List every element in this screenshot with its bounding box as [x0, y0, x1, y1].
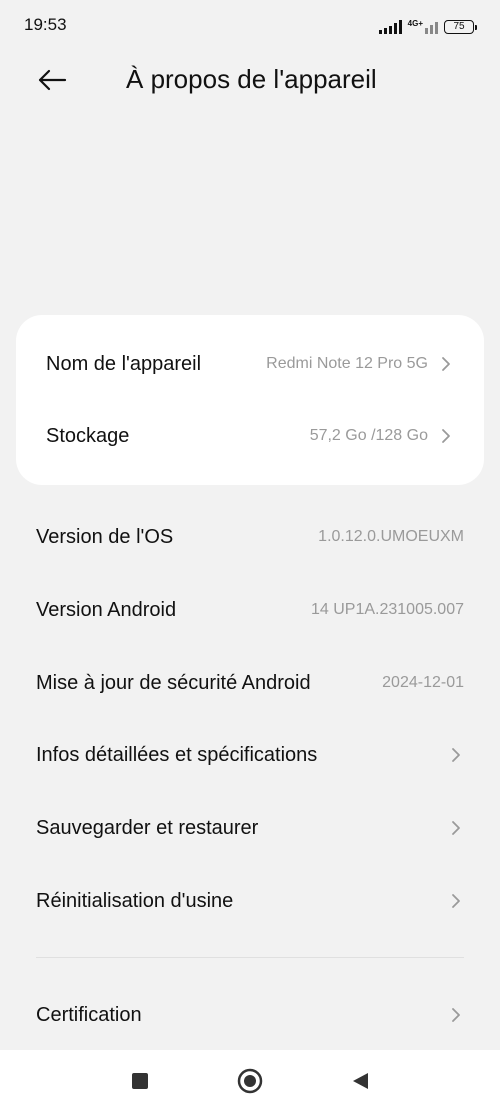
network-label: 4G+	[407, 19, 423, 28]
signal-icon	[378, 20, 402, 34]
status-time: 19:53	[24, 15, 67, 34]
android-version-value: 14 UP1A.231005.007	[310, 601, 464, 618]
arrow-left-icon	[38, 69, 67, 91]
home-button[interactable]	[236, 1067, 264, 1095]
recents-button[interactable]	[126, 1067, 154, 1095]
network-signal-icon: 4G+	[408, 20, 438, 34]
factory-reset-row[interactable]: Réinitialisation d'usine	[0, 871, 500, 931]
about-device-screen: 19:53 4G+ 75 À propos de l'appareil Nom …	[0, 0, 500, 1111]
detailed-specs-label: Infos détaillées et spécifications	[36, 743, 318, 766]
security-update-row[interactable]: Mise à jour de sécurité Android 2024-12-…	[0, 653, 500, 713]
battery-level: 75	[453, 21, 465, 32]
device-card: Nom de l'appareil Redmi Note 12 Pro 5G S…	[16, 315, 484, 485]
os-version-label: Version de l'OS	[36, 525, 174, 548]
chevron-right-icon	[452, 748, 460, 762]
chevron-right-icon	[442, 357, 450, 371]
device-name-row[interactable]: Nom de l'appareil Redmi Note 12 Pro 5G	[16, 334, 484, 394]
page-title: À propos de l'appareil	[126, 64, 377, 94]
battery-icon: 75	[444, 20, 477, 34]
circle-icon	[237, 1068, 263, 1094]
device-name-label: Nom de l'appareil	[46, 352, 202, 375]
storage-label: Stockage	[46, 424, 130, 447]
device-name-value: Redmi Note 12 Pro 5G	[266, 355, 428, 372]
chevron-right-icon	[452, 894, 460, 908]
triangle-left-icon	[353, 1073, 368, 1089]
chevron-right-icon	[452, 821, 460, 835]
certification-label: Certification	[36, 1003, 142, 1026]
storage-row[interactable]: Stockage 57,2 Go /128 Go	[16, 406, 484, 466]
chevron-right-icon	[452, 1008, 460, 1022]
os-version-value: 1.0.12.0.UMOEUXM	[318, 528, 464, 545]
back-nav-button[interactable]	[346, 1067, 374, 1095]
divider	[36, 957, 464, 958]
android-version-label: Version Android	[36, 598, 177, 621]
status-icons: 4G+ 75	[378, 14, 477, 34]
detailed-specs-row[interactable]: Infos détaillées et spécifications	[0, 725, 500, 785]
android-version-row[interactable]: Version Android 14 UP1A.231005.007	[0, 580, 500, 640]
storage-value: 57,2 Go /128 Go	[309, 427, 428, 444]
chevron-right-icon	[442, 429, 450, 443]
backup-restore-label: Sauvegarder et restaurer	[36, 816, 259, 839]
factory-reset-label: Réinitialisation d'usine	[36, 889, 234, 912]
square-icon	[132, 1073, 148, 1089]
certification-row[interactable]: Certification	[0, 985, 500, 1045]
back-button[interactable]	[30, 58, 74, 102]
navigation-bar	[0, 1050, 500, 1111]
security-update-label: Mise à jour de sécurité Android	[36, 671, 311, 694]
status-bar: 19:53 4G+ 75	[0, 0, 500, 50]
security-update-value: 2024-12-01	[382, 674, 464, 691]
os-version-row[interactable]: Version de l'OS 1.0.12.0.UMOEUXM	[0, 507, 500, 567]
backup-restore-row[interactable]: Sauvegarder et restaurer	[0, 798, 500, 858]
